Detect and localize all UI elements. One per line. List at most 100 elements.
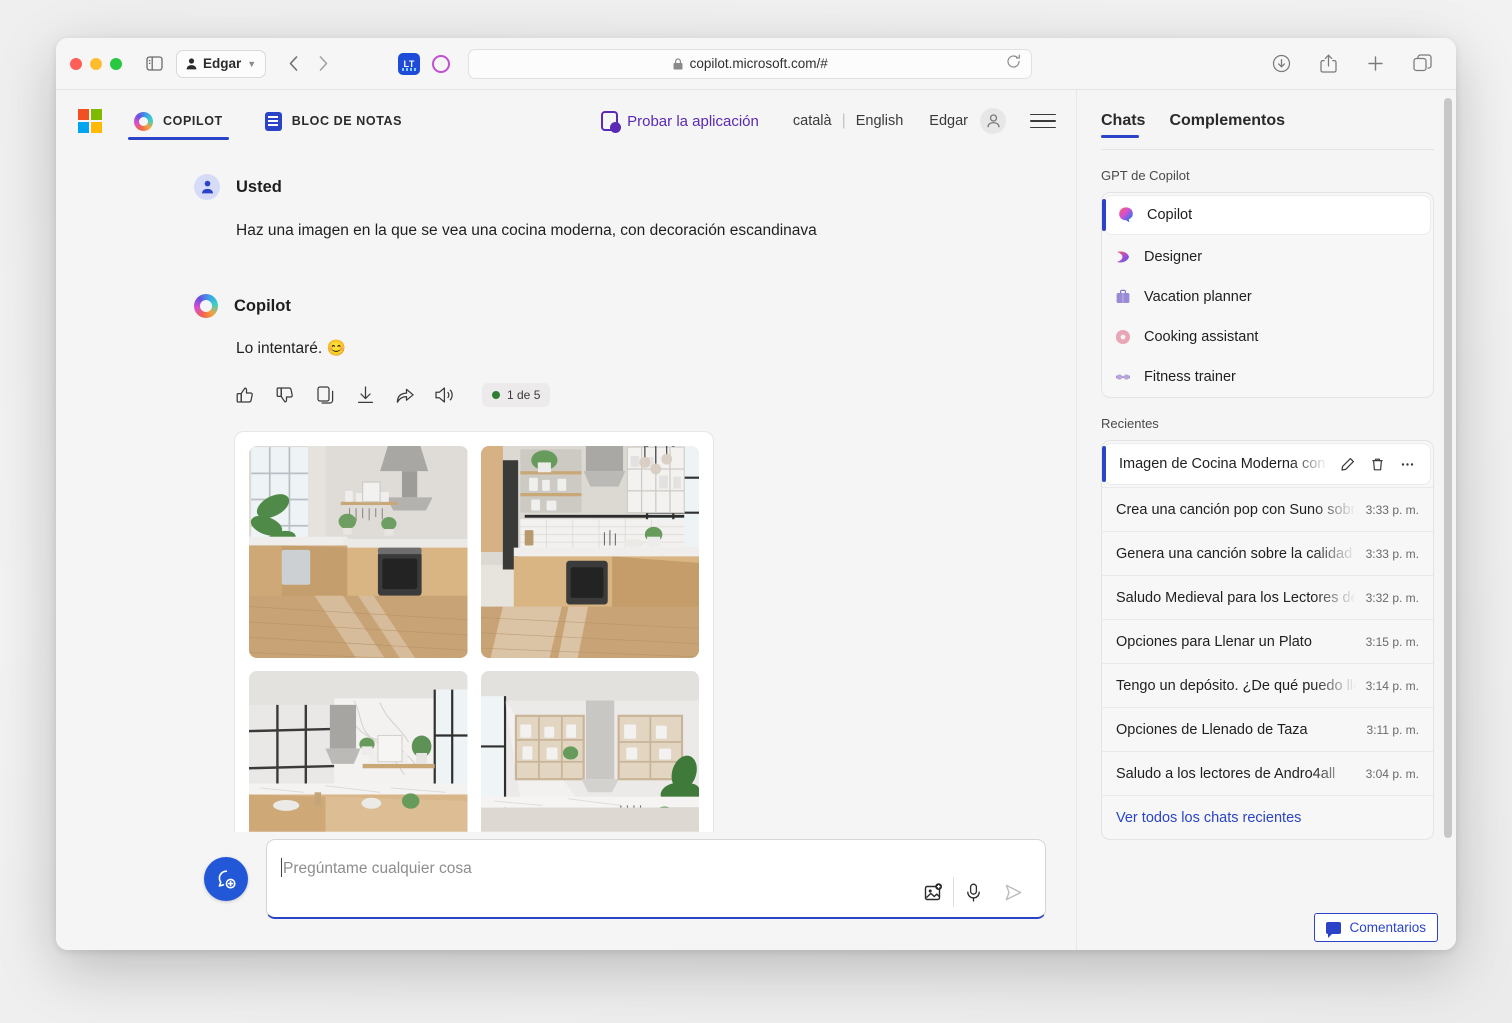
lock-icon [673,57,683,70]
languagetool-extension-icon[interactable]: LT [398,52,421,75]
message-user: Usted Haz una imagen en la que se vea un… [56,174,1076,242]
copilot-app-header: COPILOT BLOC DE NOTAS Probar la aplicaci… [56,90,1076,152]
copilot-icon [1117,206,1135,224]
tab-bloc-de-notas-label: BLOC DE NOTAS [291,114,403,128]
browser-window: Edgar ▼ LT copilot.microsoft.com/# COPIL… [56,38,1456,950]
tab-copilot[interactable]: COPILOT [128,90,229,152]
recent-chat-title: Saludo a los lectores de Andro4all [1116,765,1336,782]
circle-extension-icon[interactable] [432,54,451,73]
list-item[interactable]: Opciones para Llenar un Plato 3:15 p. m. [1102,619,1433,663]
tab-bloc-de-notas[interactable]: BLOC DE NOTAS [259,90,408,152]
list-item[interactable]: Saludo a los lectores de Andro4all 3:04 … [1102,751,1433,795]
tab-chats[interactable]: Chats [1101,112,1145,138]
recent-chat-title: Tengo un depósito. ¿De qué puedo lle [1116,677,1356,694]
address-bar[interactable]: copilot.microsoft.com/# [468,48,1033,79]
gpt-item-vacation-planner[interactable]: Vacation planner [1102,277,1433,317]
gpt-item-copilot[interactable]: Copilot [1102,196,1430,234]
recent-chat-tools [1338,455,1416,473]
maximize-window-button[interactable] [110,57,122,70]
copilot-icon [134,111,153,131]
variant-count-badge[interactable]: 1 de 5 [482,382,551,407]
gpt-item-cooking-assistant[interactable]: Cooking assistant [1102,317,1433,357]
feedback-button[interactable]: Comentarios [1314,913,1438,942]
gpt-section-label: GPT de Copilot [1101,168,1190,183]
minimize-window-button[interactable] [90,57,102,70]
new-tab-plus-icon[interactable] [1361,50,1389,78]
gpt-list: Copilot Designer Vacation planner Cookin… [1101,192,1434,398]
share-icon[interactable] [1314,50,1342,78]
sidebar-tabs: Chats Complementos [1101,112,1434,138]
feedback-label: Comentarios [1349,920,1426,935]
gpt-item-label: Cooking assistant [1144,329,1259,345]
navigation-arrows [280,51,336,77]
gpt-item-label: Fitness trainer [1144,369,1236,385]
tab-complementos-label: Complementos [1169,112,1286,129]
back-arrow-icon[interactable] [280,51,306,77]
more-options-icon[interactable] [1398,455,1416,473]
forward-arrow-icon[interactable] [310,51,336,77]
list-item[interactable]: Saludo Medieval para los Lectores de 3:3… [1102,575,1433,619]
try-app-link[interactable]: Probar la aplicación [601,111,759,133]
prompt-input[interactable]: Pregúntame cualquier cosa [266,839,1046,919]
generated-image-2[interactable] [480,445,699,658]
share-icon[interactable] [394,384,416,406]
language-catala-link[interactable]: català [793,113,832,129]
tab-chats-label: Chats [1101,112,1146,129]
copy-icon[interactable] [314,384,336,406]
microphone-icon[interactable] [953,877,993,907]
avatar[interactable] [980,108,1006,134]
tab-complementos[interactable]: Complementos [1169,112,1285,138]
composer: Pregúntame cualquier cosa [56,832,1076,950]
sidebar-scrollbar[interactable] [1444,98,1452,838]
gpt-item-designer[interactable]: Designer [1102,237,1433,277]
close-window-button[interactable] [70,57,82,70]
language-english-link[interactable]: English [856,113,904,129]
gpt-item-fitness-trainer[interactable]: Fitness trainer [1102,357,1433,397]
thumbs-up-icon[interactable] [234,384,256,406]
see-all-chats-link[interactable]: Ver todos los chats recientes [1102,795,1433,839]
generated-image-1[interactable] [249,445,468,658]
notepad-icon [264,111,282,131]
user-avatar-icon [194,174,220,200]
recent-chat-time: 3:33 p. m. [1365,546,1419,561]
sidebar-toggle-icon[interactable] [140,50,168,78]
profile-switcher-button[interactable]: Edgar ▼ [176,49,267,78]
window-controls [70,57,122,70]
generated-images-card [234,430,714,898]
recent-chats-list: Imagen de Cocina Moderna con De Crea una… [1101,440,1434,840]
composer-tools [913,877,1033,907]
message-author: Copilot [234,296,291,315]
header-user-name[interactable]: Edgar [929,113,968,129]
microsoft-logo [78,109,102,133]
edit-icon[interactable] [1338,455,1356,473]
reload-icon[interactable] [1006,54,1021,74]
variant-count-label: 1 de 5 [507,387,541,402]
new-chat-plus-icon[interactable] [204,857,248,901]
list-item[interactable]: Genera una canción sobre la calidad d 3:… [1102,531,1433,575]
person-icon [986,114,1000,128]
browser-extensions: LT [398,52,451,75]
hamburger-menu-icon[interactable] [1030,113,1056,129]
gpt-item-label: Copilot [1147,207,1193,223]
recent-chat-title: Genera una canción sobre la calidad d [1116,545,1356,562]
download-icon[interactable] [354,384,376,406]
send-icon[interactable] [993,877,1033,907]
speaker-icon[interactable] [434,384,456,406]
tab-overview-icon[interactable] [1408,50,1436,78]
recent-chat-time: 3:04 p. m. [1365,766,1419,781]
list-item[interactable]: Imagen de Cocina Moderna con De [1102,444,1430,484]
thumbs-down-icon[interactable] [274,384,296,406]
add-image-icon[interactable] [913,877,953,907]
recent-chat-time: 3:32 p. m. [1365,590,1419,605]
list-item[interactable]: Opciones de Llenado de Taza 3:11 p. m. [1102,707,1433,751]
delete-icon[interactable] [1368,455,1386,473]
comment-icon [1326,921,1342,938]
downloads-icon[interactable] [1267,50,1295,78]
chevron-down-icon: ▼ [247,58,257,69]
recent-chat-title: Opciones de Llenado de Taza [1116,721,1308,738]
list-item[interactable]: Tengo un depósito. ¿De qué puedo lle 3:1… [1102,663,1433,707]
list-item[interactable]: Crea una canción pop con Suno sobre 3:33… [1102,487,1433,531]
app-header-right: Probar la aplicación català | English Ed… [601,108,1056,134]
browser-titlebar: Edgar ▼ LT copilot.microsoft.com/# [56,38,1456,90]
message-assistant: Copilot Lo intentaré. 😊 1 de 5 [56,294,1076,898]
